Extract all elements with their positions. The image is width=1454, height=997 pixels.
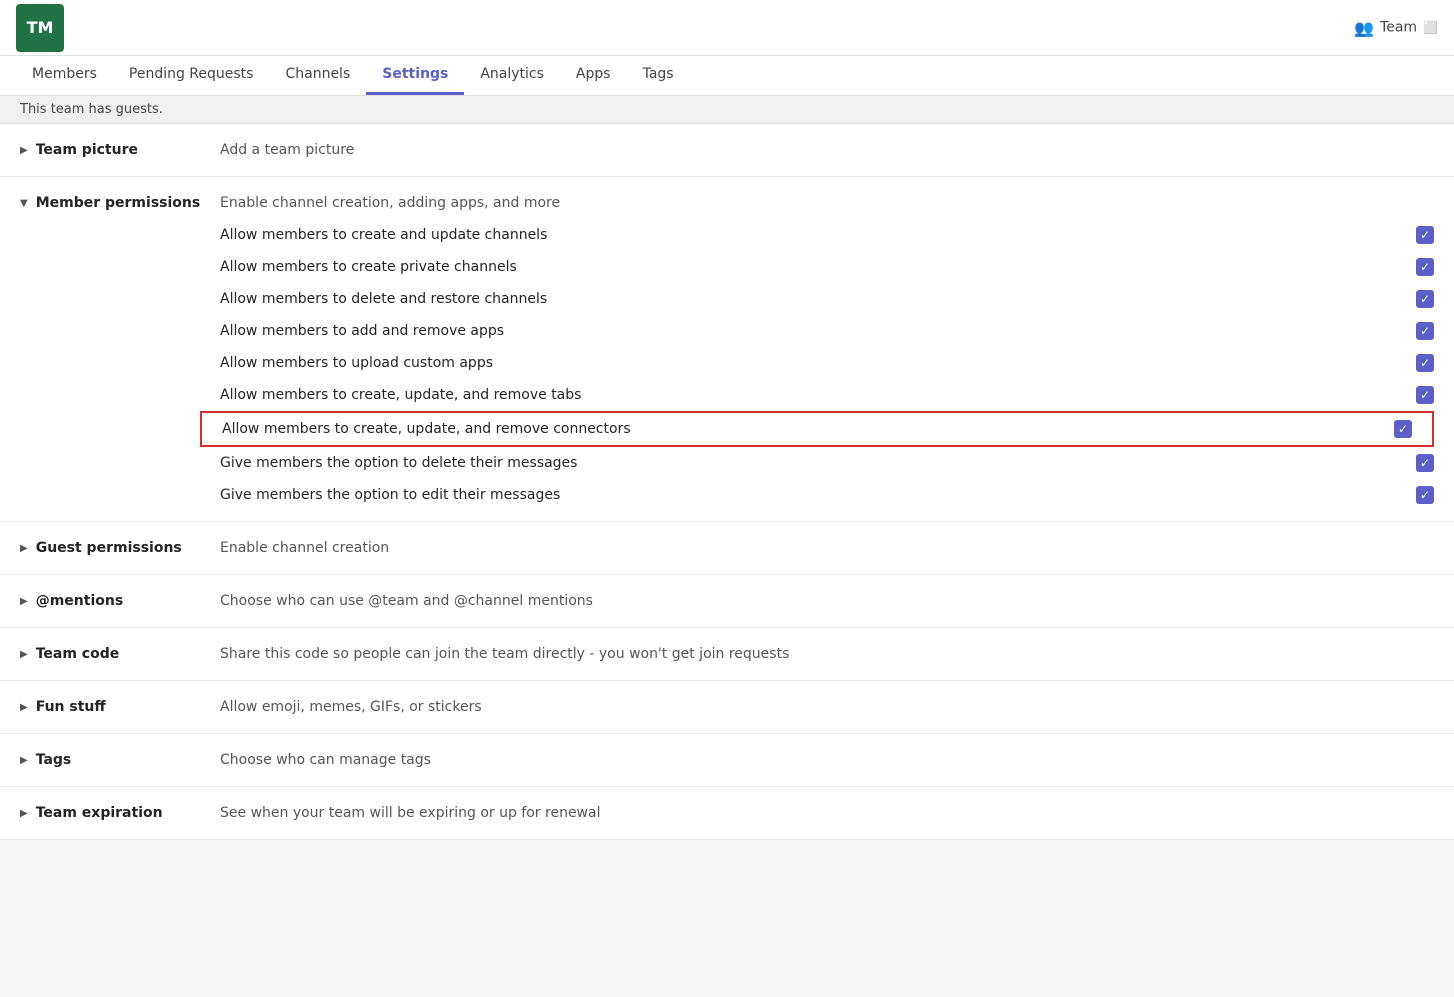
mentions-toggle[interactable]: ▶ @mentions xyxy=(20,593,220,609)
perm-create-update-remove-tabs: Allow members to create, update, and rem… xyxy=(0,379,1454,411)
guest-banner: This team has guests. xyxy=(0,96,1454,124)
member-permissions-label: Member permissions xyxy=(36,195,201,211)
header: TM 👥 Team ⬜ xyxy=(0,0,1454,56)
guest-permissions-desc: Enable channel creation xyxy=(220,540,1434,556)
permission-items-container: Allow members to create and update chann… xyxy=(0,219,1454,511)
tab-apps[interactable]: Apps xyxy=(560,56,627,95)
fun-stuff-label: Fun stuff xyxy=(36,699,106,715)
guest-permissions-label: Guest permissions xyxy=(36,540,182,556)
perm-create-update-remove-connectors: Allow members to create, update, and rem… xyxy=(200,411,1434,447)
team-code-label: Team code xyxy=(36,646,120,662)
checkbox-0[interactable] xyxy=(1416,226,1434,244)
team-code-desc: Share this code so people can join the t… xyxy=(220,646,1434,662)
guest-permissions-arrow: ▶ xyxy=(20,543,28,554)
checkbox-3[interactable] xyxy=(1416,322,1434,340)
checkbox-8[interactable] xyxy=(1416,486,1434,504)
perm-label-8: Give members the option to edit their me… xyxy=(220,487,1400,503)
tab-channels[interactable]: Channels xyxy=(269,56,366,95)
team-picture-section: ▶ Team picture Add a team picture xyxy=(0,124,1454,177)
tab-settings[interactable]: Settings xyxy=(366,56,464,95)
checkbox-5[interactable] xyxy=(1416,386,1434,404)
perm-label-0: Allow members to create and update chann… xyxy=(220,227,1400,243)
perm-delete-messages: Give members the option to delete their … xyxy=(0,447,1454,479)
guest-permissions-toggle[interactable]: ▶ Guest permissions xyxy=(20,540,220,556)
team-expiration-label: Team expiration xyxy=(36,805,163,821)
member-permissions-arrow: ▼ xyxy=(20,198,28,209)
perm-label-5: Allow members to create, update, and rem… xyxy=(220,387,1400,403)
perm-label-1: Allow members to create private channels xyxy=(220,259,1400,275)
guest-permissions-section: ▶ Guest permissions Enable channel creat… xyxy=(0,522,1454,575)
team-expiration-arrow: ▶ xyxy=(20,808,28,819)
team-code-arrow: ▶ xyxy=(20,649,28,660)
tags-label: Tags xyxy=(36,752,72,768)
team-picture-desc: Add a team picture xyxy=(220,142,1434,158)
mentions-desc: Choose who can use @team and @channel me… xyxy=(220,593,1434,609)
mentions-label: @mentions xyxy=(36,593,123,609)
expand-icon: ⬜ xyxy=(1423,21,1438,35)
checkbox-2[interactable] xyxy=(1416,290,1434,308)
tab-pending-requests[interactable]: Pending Requests xyxy=(113,56,270,95)
fun-stuff-desc: Allow emoji, memes, GIFs, or stickers xyxy=(220,699,1434,715)
checkbox-6[interactable] xyxy=(1394,420,1412,438)
perm-edit-messages: Give members the option to edit their me… xyxy=(0,479,1454,511)
checkbox-7[interactable] xyxy=(1416,454,1434,472)
member-permissions-section: ▼ Member permissions Enable channel crea… xyxy=(0,177,1454,522)
perm-label-3: Allow members to add and remove apps xyxy=(220,323,1400,339)
member-permissions-header: ▼ Member permissions Enable channel crea… xyxy=(0,177,1454,219)
team-expiration-desc: See when your team will be expiring or u… xyxy=(220,805,1434,821)
guest-banner-text: This team has guests. xyxy=(20,102,163,117)
people-icon: 👥 xyxy=(1354,18,1374,37)
team-code-section: ▶ Team code Share this code so people ca… xyxy=(0,628,1454,681)
checkbox-1[interactable] xyxy=(1416,258,1434,276)
tags-desc: Choose who can manage tags xyxy=(220,752,1434,768)
fun-stuff-arrow: ▶ xyxy=(20,702,28,713)
mentions-arrow: ▶ xyxy=(20,596,28,607)
nav-tabs: Members Pending Requests Channels Settin… xyxy=(0,56,1454,96)
team-picture-arrow: ▶ xyxy=(20,145,28,156)
mentions-section: ▶ @mentions Choose who can use @team and… xyxy=(0,575,1454,628)
perm-label-2: Allow members to delete and restore chan… xyxy=(220,291,1400,307)
avatar: TM xyxy=(16,4,64,52)
tags-toggle[interactable]: ▶ Tags xyxy=(20,752,220,768)
perm-label-6: Allow members to create, update, and rem… xyxy=(222,421,1378,437)
perm-upload-custom-apps: Allow members to upload custom apps xyxy=(0,347,1454,379)
team-expiration-section: ▶ Team expiration See when your team wil… xyxy=(0,787,1454,840)
tags-arrow: ▶ xyxy=(20,755,28,766)
perm-create-update-channels: Allow members to create and update chann… xyxy=(0,219,1454,251)
perm-create-private-channels: Allow members to create private channels xyxy=(0,251,1454,283)
member-permissions-desc: Enable channel creation, adding apps, an… xyxy=(220,195,1434,211)
tags-section: ▶ Tags Choose who can manage tags xyxy=(0,734,1454,787)
team-picture-toggle[interactable]: ▶ Team picture xyxy=(20,142,220,158)
team-picture-label: Team picture xyxy=(36,142,138,158)
perm-add-remove-apps: Allow members to add and remove apps xyxy=(0,315,1454,347)
tab-analytics[interactable]: Analytics xyxy=(464,56,560,95)
member-permissions-toggle[interactable]: ▼ Member permissions xyxy=(20,195,220,211)
checkbox-4[interactable] xyxy=(1416,354,1434,372)
fun-stuff-section: ▶ Fun stuff Allow emoji, memes, GIFs, or… xyxy=(0,681,1454,734)
perm-label-4: Allow members to upload custom apps xyxy=(220,355,1400,371)
tab-tags[interactable]: Tags xyxy=(627,56,690,95)
fun-stuff-toggle[interactable]: ▶ Fun stuff xyxy=(20,699,220,715)
perm-label-7: Give members the option to delete their … xyxy=(220,455,1400,471)
header-right: 👥 Team ⬜ xyxy=(1354,18,1438,37)
main-content: ▶ Team picture Add a team picture ▼ Memb… xyxy=(0,124,1454,840)
team-expiration-toggle[interactable]: ▶ Team expiration xyxy=(20,805,220,821)
team-label: Team xyxy=(1380,20,1417,36)
tab-members[interactable]: Members xyxy=(16,56,113,95)
perm-delete-restore-channels: Allow members to delete and restore chan… xyxy=(0,283,1454,315)
team-code-toggle[interactable]: ▶ Team code xyxy=(20,646,220,662)
